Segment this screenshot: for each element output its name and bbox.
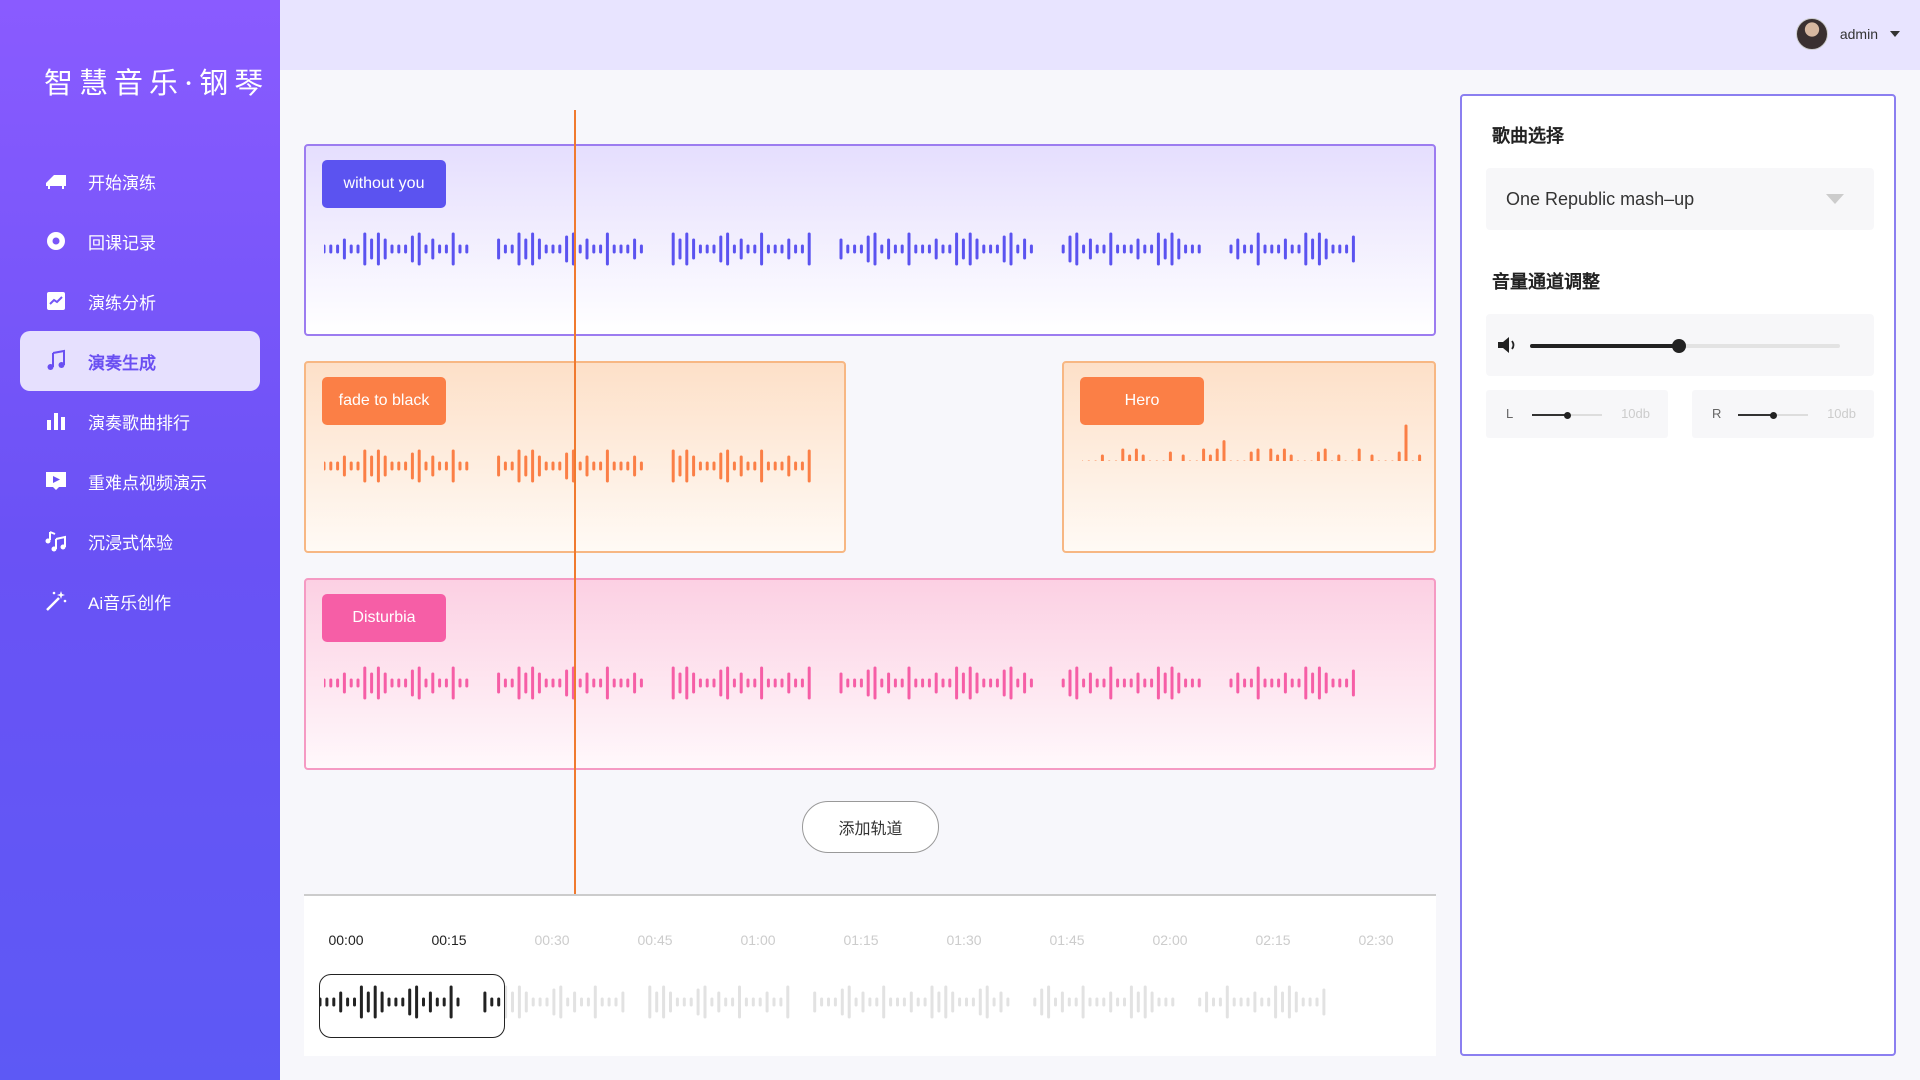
sidebar-item-practice[interactable]: 开始演练: [20, 151, 260, 211]
video-play-icon: [44, 469, 68, 493]
timeline[interactable]: 00:00 00:15 00:30 00:45 01:00 01:15 01:30 01:45…: [304, 894, 1436, 1056]
track-label[interactable]: fade to black: [322, 377, 446, 425]
sidebar-item-analysis[interactable]: 演练分析: [20, 271, 260, 331]
song-section-title: 歌曲选择: [1492, 126, 1564, 146]
sidebar-item-ranking[interactable]: 演奏歌曲排行: [20, 391, 260, 451]
chevron-down-icon: [1826, 194, 1844, 204]
track-disturbia[interactable]: Disturbia: [304, 578, 1436, 770]
right-channel-fill: [1738, 414, 1773, 416]
track-label[interactable]: Disturbia: [322, 594, 446, 642]
sidebar-item-video[interactable]: 重难点视频演示: [20, 451, 260, 511]
magic-wand-icon: [44, 589, 68, 613]
sidebar-item-label: 回课记录: [88, 233, 156, 253]
timeline-tick: 00:30: [534, 932, 570, 948]
sidebar-item-label: 演奏歌曲排行: [88, 413, 190, 433]
timeline-tick: 01:00: [740, 932, 776, 948]
music-notes-icon: [44, 529, 68, 553]
left-channel: L 10db: [1486, 390, 1668, 438]
waveform: [1082, 424, 1422, 461]
master-volume: [1486, 314, 1874, 376]
track-without-you[interactable]: without you: [304, 144, 1436, 336]
timeline-tick: 01:30: [946, 932, 982, 948]
user-menu[interactable]: admin: [1795, 18, 1900, 50]
waveform: [324, 232, 1355, 266]
master-volume-knob[interactable]: [1671, 339, 1686, 353]
song-select[interactable]: One Republic mash–up: [1486, 168, 1874, 230]
sidebar-item-generate[interactable]: 演奏生成: [20, 331, 260, 391]
volume-section-title: 音量通道调整: [1492, 272, 1600, 292]
sidebar-item-label: 重难点视频演示: [88, 473, 207, 493]
bar-chart-icon: [44, 409, 68, 433]
sidebar-item-label: 演奏生成: [88, 353, 156, 373]
avatar[interactable]: [1795, 18, 1828, 50]
chevron-down-icon[interactable]: [1890, 31, 1900, 37]
add-track-button[interactable]: 添加轨道: [802, 801, 939, 853]
app-logo: 智慧音乐·钢琴: [44, 66, 270, 100]
left-channel-slider[interactable]: [1532, 411, 1602, 419]
sidebar-item-ai-create[interactable]: Ai音乐创作: [20, 571, 260, 631]
right-channel-label: R: [1712, 406, 1722, 421]
track-label[interactable]: without you: [322, 160, 446, 208]
master-volume-fill: [1530, 344, 1679, 348]
sidebar-item-label: Ai音乐创作: [88, 593, 172, 613]
sidebar-nav: 开始演练 回课记录 演练分析 演奏生成 演奏歌曲排行 重难点视频演示 沉浸式体验…: [20, 151, 260, 631]
sidebar-item-label: 演练分析: [88, 293, 156, 313]
right-channel-slider[interactable]: [1738, 411, 1808, 419]
timeline-tick: 02:00: [1152, 932, 1188, 948]
sidebar: 智慧音乐·钢琴 开始演练 回课记录 演练分析 演奏生成 演奏歌曲排行 重难点视频…: [0, 0, 280, 1080]
playhead[interactable]: [574, 110, 576, 895]
record-icon: [44, 229, 68, 253]
sidebar-item-label: 开始演练: [88, 173, 156, 193]
timeline-tick: 01:45: [1049, 932, 1085, 948]
song-select-value: One Republic mash–up: [1506, 188, 1695, 209]
timeline-selection-window[interactable]: [319, 974, 505, 1038]
music-note-icon: [44, 349, 68, 373]
track-hero[interactable]: Hero: [1062, 361, 1436, 553]
waveform: [324, 449, 811, 483]
right-channel: R 10db: [1692, 390, 1874, 438]
sidebar-item-immersive[interactable]: 沉浸式体验: [20, 511, 260, 571]
control-panel: 歌曲选择 One Republic mash–up 音量通道调整 L 10db …: [1460, 94, 1896, 1056]
sidebar-item-label: 沉浸式体验: [88, 533, 173, 553]
master-volume-slider[interactable]: [1530, 339, 1840, 353]
trend-chart-icon: [44, 289, 68, 313]
left-channel-fill: [1532, 414, 1567, 416]
username: admin: [1839, 26, 1878, 42]
timeline-tick: 00:15: [431, 932, 467, 948]
waveform: [324, 666, 1355, 700]
timeline-tick: 00:45: [637, 932, 673, 948]
timeline-tick: 00:00: [328, 932, 364, 948]
timeline-tick: 01:15: [843, 932, 879, 948]
right-channel-value: 10db: [1827, 406, 1856, 421]
piano-icon: [44, 169, 68, 193]
speaker-icon: [1498, 337, 1515, 353]
sidebar-item-records[interactable]: 回课记录: [20, 211, 260, 271]
left-channel-knob[interactable]: [1563, 411, 1571, 419]
top-header: admin: [280, 0, 1920, 70]
left-channel-value: 10db: [1621, 406, 1650, 421]
timeline-tick: 02:30: [1358, 932, 1394, 948]
left-channel-label: L: [1506, 406, 1514, 421]
timeline-tick: 02:15: [1255, 932, 1291, 948]
right-channel-knob[interactable]: [1769, 411, 1777, 419]
